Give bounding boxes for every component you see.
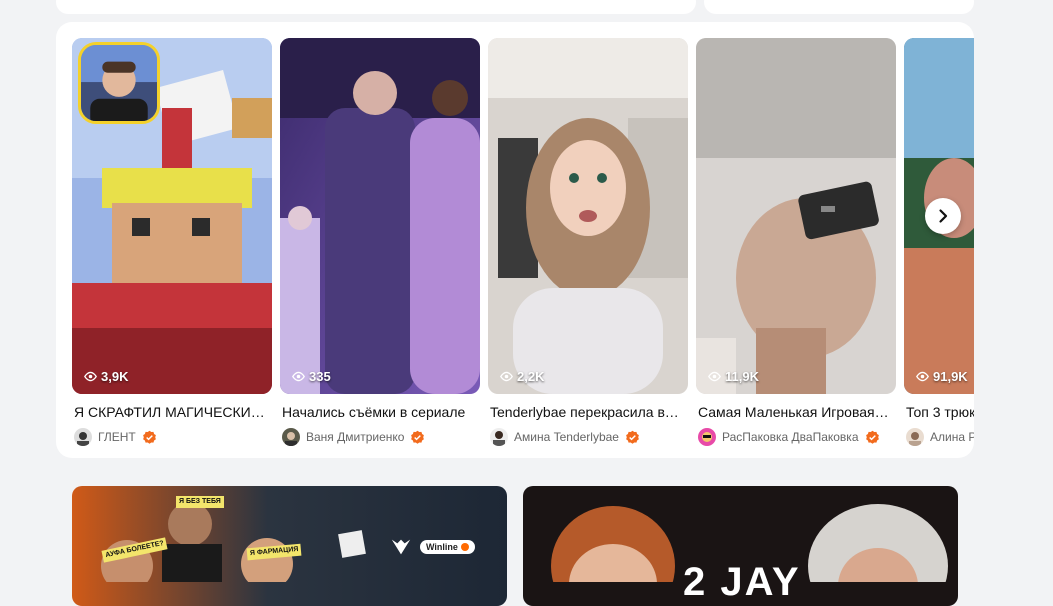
- short-title[interactable]: Я СКРАФТИЛ МАГИЧЕСКИЙ ПОСОХ В МАЙНКРАФТ: [72, 404, 268, 420]
- short-author[interactable]: РасПаковка ДваПаковка: [696, 428, 896, 446]
- author-avatar[interactable]: [490, 428, 508, 446]
- author-avatar[interactable]: [698, 428, 716, 446]
- short-author[interactable]: ГЛЕНТ: [72, 428, 272, 446]
- banner-headline: 2 JAY: [683, 560, 801, 604]
- verified-badge-icon: [142, 430, 156, 444]
- verified-badge-icon: [411, 430, 425, 444]
- short-title[interactable]: Самая Маленькая Игровая Консоль: [696, 404, 892, 420]
- thumbnail-image: [696, 38, 896, 394]
- short-author[interactable]: Амина Tenderlybae: [488, 428, 688, 446]
- author-name[interactable]: Алина Ра: [930, 430, 974, 444]
- chevron-right-icon: [939, 209, 948, 223]
- author-name[interactable]: ГЛЕНТ: [98, 430, 136, 444]
- short-card[interactable]: 335 Начались съёмки в сериале Ваня Дмитр…: [280, 38, 480, 446]
- video-card-interview[interactable]: 2 JAY: [523, 486, 958, 606]
- view-count-value: 3,9K: [101, 369, 129, 384]
- view-count: 91,9K: [916, 369, 968, 384]
- shorts-shelf: 3,9K Я СКРАФТИЛ МАГИЧЕСКИЙ ПОСОХ В МАЙНК…: [56, 22, 974, 458]
- view-count: 335: [292, 369, 331, 384]
- view-count: 11,9K: [708, 369, 759, 384]
- banner-sticker: Я БЕЗ ТЕБЯ: [176, 496, 224, 508]
- eye-icon: [500, 371, 513, 382]
- shorts-track: 3,9K Я СКРАФТИЛ МАГИЧЕСКИЙ ПОСОХ В МАЙНК…: [72, 38, 974, 446]
- eye-icon: [916, 371, 929, 382]
- carousel-next-button[interactable]: [925, 198, 961, 234]
- short-card[interactable]: 2,2K Tenderlybae перекрасила волосы Амин…: [488, 38, 688, 446]
- banner-image: [101, 502, 366, 582]
- author-name[interactable]: Ваня Дмитриенко: [306, 430, 404, 444]
- short-card[interactable]: 11,9K Самая Маленькая Игровая Консоль Ра…: [696, 38, 896, 446]
- view-count: 3,9K: [84, 369, 128, 384]
- previous-section-card: [56, 0, 696, 14]
- short-title[interactable]: Tenderlybae перекрасила волосы: [488, 404, 684, 420]
- short-card[interactable]: 91,9K Топ 3 трюка Алина Ра: [904, 38, 974, 446]
- view-count-value: 2,2K: [517, 369, 545, 384]
- winline-badge: Winline: [420, 540, 475, 554]
- author-avatar[interactable]: [74, 428, 92, 446]
- short-thumbnail[interactable]: 335: [280, 38, 480, 394]
- short-author[interactable]: Алина Ра: [904, 428, 974, 446]
- short-title[interactable]: Топ 3 трюка: [904, 404, 974, 420]
- previous-side-card: [704, 0, 974, 14]
- short-author[interactable]: Ваня Дмитриенко: [280, 428, 480, 446]
- verified-badge-icon: [865, 430, 879, 444]
- author-name[interactable]: РасПаковка ДваПаковка: [722, 430, 859, 444]
- author-avatar[interactable]: [906, 428, 924, 446]
- view-count-value: 91,9K: [933, 369, 968, 384]
- eye-icon: [292, 371, 305, 382]
- view-count-value: 335: [309, 369, 331, 384]
- short-thumbnail[interactable]: 2,2K: [488, 38, 688, 394]
- sponsor-logos: Winline: [390, 536, 475, 558]
- short-thumbnail[interactable]: 3,9K: [72, 38, 272, 394]
- view-count-value: 11,9K: [725, 369, 759, 384]
- eye-icon: [84, 371, 97, 382]
- short-thumbnail[interactable]: 11,9K: [696, 38, 896, 394]
- video-card-esports[interactable]: АУФА БОЛЕЕТЕ? Я БЕЗ ТЕБЯ Я ФАРМАЦИЯ Winl…: [72, 486, 507, 606]
- author-avatar[interactable]: [282, 428, 300, 446]
- view-count: 2,2K: [500, 369, 544, 384]
- verified-badge-icon: [626, 430, 639, 444]
- short-card[interactable]: 3,9K Я СКРАФТИЛ МАГИЧЕСКИЙ ПОСОХ В МАЙНК…: [72, 38, 272, 446]
- thumbnail-image: [488, 38, 688, 394]
- author-name[interactable]: Амина Tenderlybae: [514, 430, 619, 444]
- thumbnail-image: [280, 38, 480, 394]
- streamer-facecam: [78, 42, 160, 124]
- eye-icon: [708, 371, 721, 382]
- team-logo-icon: [391, 539, 411, 555]
- short-title[interactable]: Начались съёмки в сериале: [280, 404, 476, 420]
